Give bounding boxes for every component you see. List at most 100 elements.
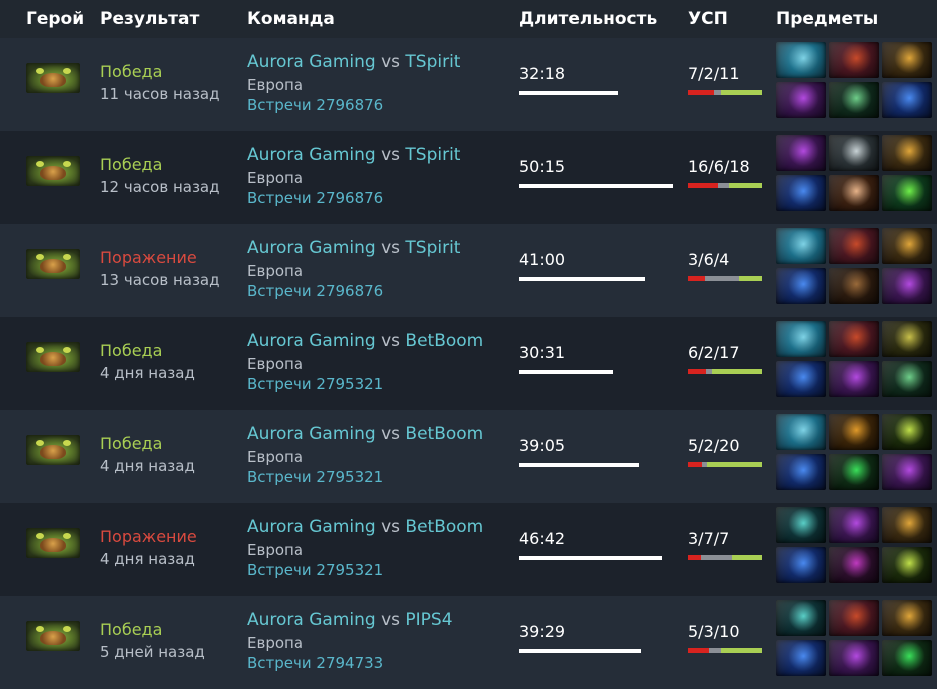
skull-mask-icon[interactable] (829, 135, 879, 171)
series-link[interactable]: Встречи 2795321 (247, 375, 383, 393)
team2-link[interactable]: TSpirit (405, 145, 460, 165)
green-orb-icon[interactable] (882, 175, 932, 211)
table-row[interactable]: Победа 4 дня назад Aurora Gaming vs BetBoo… (0, 317, 937, 410)
kda-bar-assists (711, 369, 762, 374)
table-row[interactable]: Победа 5 дней назад Aurora Gaming vs PIPS4… (0, 596, 937, 689)
series-link[interactable]: Встречи 2795321 (247, 561, 383, 579)
series-link[interactable]: Встречи 2796876 (247, 189, 383, 207)
blue-scepter-icon[interactable] (776, 361, 826, 397)
duration-bar-track (519, 463, 673, 467)
column-header-duration[interactable]: Длительность (519, 9, 657, 29)
team1-link[interactable]: Aurora Gaming (247, 52, 376, 72)
table-row[interactable]: Поражение 4 дня назад Aurora Gaming vs Bet… (0, 503, 937, 596)
dagon-red-icon[interactable] (829, 42, 879, 78)
column-header-items[interactable]: Предметы (776, 9, 878, 29)
team1-link[interactable]: Aurora Gaming (247, 610, 376, 630)
green-gem-icon[interactable] (882, 640, 932, 676)
blue-scepter-icon[interactable] (776, 268, 826, 304)
duration-bar (519, 463, 639, 467)
team1-link[interactable]: Aurora Gaming (247, 517, 376, 537)
series-link[interactable]: Встречи 2795321 (247, 468, 383, 486)
eul-blue-icon[interactable] (776, 414, 826, 450)
green-wand-icon[interactable] (882, 361, 932, 397)
green-trident-icon[interactable] (882, 547, 932, 583)
team2-link[interactable]: BetBoom (405, 424, 483, 444)
kda-bar-kills (688, 369, 706, 374)
team2-link[interactable]: PIPS4 (405, 610, 452, 630)
match-region: Европа (247, 634, 304, 652)
dagon-red-icon[interactable] (829, 600, 879, 636)
kda-bar (688, 462, 762, 467)
blue-scepter-icon[interactable] (882, 82, 932, 118)
green-trident-icon[interactable] (882, 414, 932, 450)
hero-portrait[interactable] (26, 63, 80, 93)
hero-portrait[interactable] (26, 342, 80, 372)
column-header-hero[interactable]: Герой (26, 9, 84, 29)
kda-bar-assists (739, 276, 762, 281)
column-header-team[interactable]: Команда (247, 9, 335, 29)
green-wand-icon[interactable] (829, 82, 879, 118)
gold-helm-icon[interactable] (882, 507, 932, 543)
duration-bar-track (519, 649, 673, 653)
eul-blue-icon[interactable] (776, 42, 826, 78)
teal-boots-icon[interactable] (776, 600, 826, 636)
series-link[interactable]: Встречи 2796876 (247, 96, 383, 114)
hero-portrait[interactable] (26, 528, 80, 558)
table-row[interactable]: Победа 11 часов назад Aurora Gaming vs TSp… (0, 38, 937, 131)
team2-link[interactable]: TSpirit (405, 52, 460, 72)
kda-score: 3/7/7 (688, 529, 730, 548)
match-time-ago: 4 дня назад (100, 457, 195, 475)
vs-label: vs (381, 238, 400, 258)
column-header-result[interactable]: Результат (100, 9, 199, 29)
vs-label: vs (381, 145, 400, 165)
blue-scepter-icon[interactable] (776, 454, 826, 490)
team2-link[interactable]: TSpirit (405, 238, 460, 258)
team1-link[interactable]: Aurora Gaming (247, 238, 376, 258)
series-link[interactable]: Встречи 2794733 (247, 654, 383, 672)
amber-gauntlet-icon[interactable] (829, 414, 879, 450)
hero-portrait[interactable] (26, 435, 80, 465)
dagon-red-icon[interactable] (829, 228, 879, 264)
team2-link[interactable]: BetBoom (405, 331, 483, 351)
purple-staff-icon[interactable] (776, 135, 826, 171)
dagon-red-icon[interactable] (829, 321, 879, 357)
eul-blue-icon[interactable] (776, 228, 826, 264)
eul-blue-icon[interactable] (776, 321, 826, 357)
hero-portrait[interactable] (26, 621, 80, 651)
table-header: Герой Результат Команда Длительность УСП… (0, 0, 937, 38)
purple-staff-icon[interactable] (882, 454, 932, 490)
purple-cloak-icon[interactable] (829, 547, 879, 583)
purple-staff-icon[interactable] (829, 640, 879, 676)
gold-helm-icon[interactable] (882, 135, 932, 171)
hero-portrait[interactable] (26, 156, 80, 186)
hero-portrait[interactable] (26, 249, 80, 279)
team1-link[interactable]: Aurora Gaming (247, 331, 376, 351)
purple-staff-icon[interactable] (829, 361, 879, 397)
gold-helm-icon[interactable] (882, 42, 932, 78)
round-shield-icon[interactable] (829, 175, 879, 211)
table-row[interactable]: Победа 4 дня назад Aurora Gaming vs BetBoo… (0, 410, 937, 503)
brown-cloak-icon[interactable] (829, 268, 879, 304)
gold-helm-icon[interactable] (882, 600, 932, 636)
teal-boots-icon[interactable] (776, 507, 826, 543)
purple-staff-icon[interactable] (882, 268, 932, 304)
blue-scepter-icon[interactable] (776, 640, 826, 676)
match-duration: 50:15 (519, 157, 566, 176)
blue-scepter-icon[interactable] (776, 547, 826, 583)
purple-staff-icon[interactable] (829, 507, 879, 543)
purple-staff-icon[interactable] (776, 82, 826, 118)
team2-link[interactable]: BetBoom (405, 517, 483, 537)
kda-score: 5/2/20 (688, 436, 740, 455)
table-row[interactable]: Победа 12 часов назад Aurora Gaming vs TSp… (0, 131, 937, 224)
team1-link[interactable]: Aurora Gaming (247, 424, 376, 444)
gold-horn-icon[interactable] (882, 321, 932, 357)
green-gem-icon[interactable] (829, 454, 879, 490)
series-link[interactable]: Встречи 2796876 (247, 282, 383, 300)
gold-helm-icon[interactable] (882, 228, 932, 264)
team1-link[interactable]: Aurora Gaming (247, 145, 376, 165)
kda-bar-deaths (701, 555, 732, 560)
match-result: Победа (100, 341, 163, 360)
blue-scepter-icon[interactable] (776, 175, 826, 211)
column-header-kda[interactable]: УСП (688, 9, 728, 29)
table-row[interactable]: Поражение 13 часов назад Aurora Gaming vs … (0, 224, 937, 317)
